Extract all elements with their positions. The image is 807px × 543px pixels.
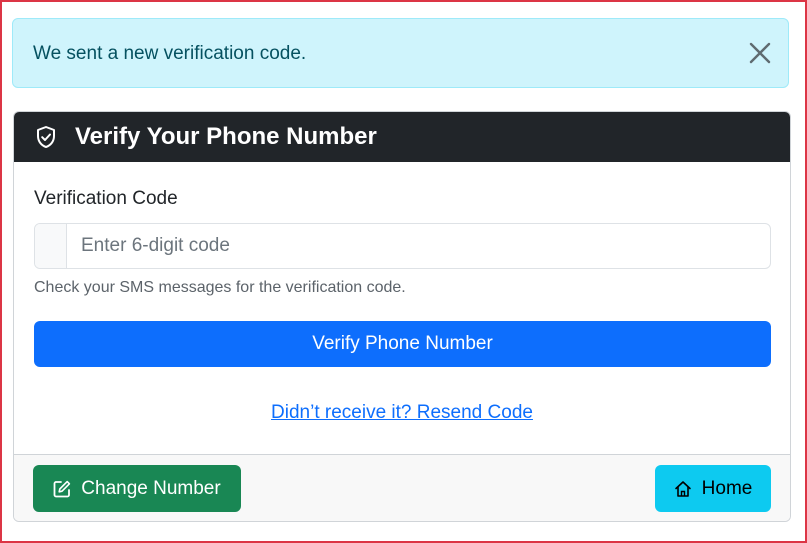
verification-code-group: [34, 223, 771, 269]
card-footer: Change Number Home: [14, 454, 790, 521]
verify-card: Verify Your Phone Number Verification Co…: [13, 111, 791, 522]
alert-message: We sent a new verification code.: [33, 43, 307, 64]
input-addon: [35, 224, 67, 268]
change-number-label: Change Number: [81, 477, 221, 499]
home-label: Home: [701, 477, 753, 499]
info-alert: We sent a new verification code.: [12, 18, 789, 88]
shield-check-icon: [34, 125, 58, 149]
verification-code-input[interactable]: [67, 224, 770, 268]
house-icon: [674, 480, 692, 498]
card-header: Verify Your Phone Number: [14, 112, 790, 162]
resend-code-link[interactable]: Didn’t receive it? Resend Code: [14, 402, 790, 424]
verification-code-label: Verification Code: [34, 188, 178, 209]
close-icon[interactable]: [748, 41, 772, 65]
change-number-button[interactable]: Change Number: [33, 465, 241, 512]
card-title: Verify Your Phone Number: [75, 123, 377, 150]
help-text: Check your SMS messages for the verifica…: [34, 279, 406, 296]
verify-phone-button[interactable]: Verify Phone Number: [34, 321, 771, 367]
home-button[interactable]: Home: [655, 465, 771, 512]
pencil-square-icon: [53, 480, 71, 498]
